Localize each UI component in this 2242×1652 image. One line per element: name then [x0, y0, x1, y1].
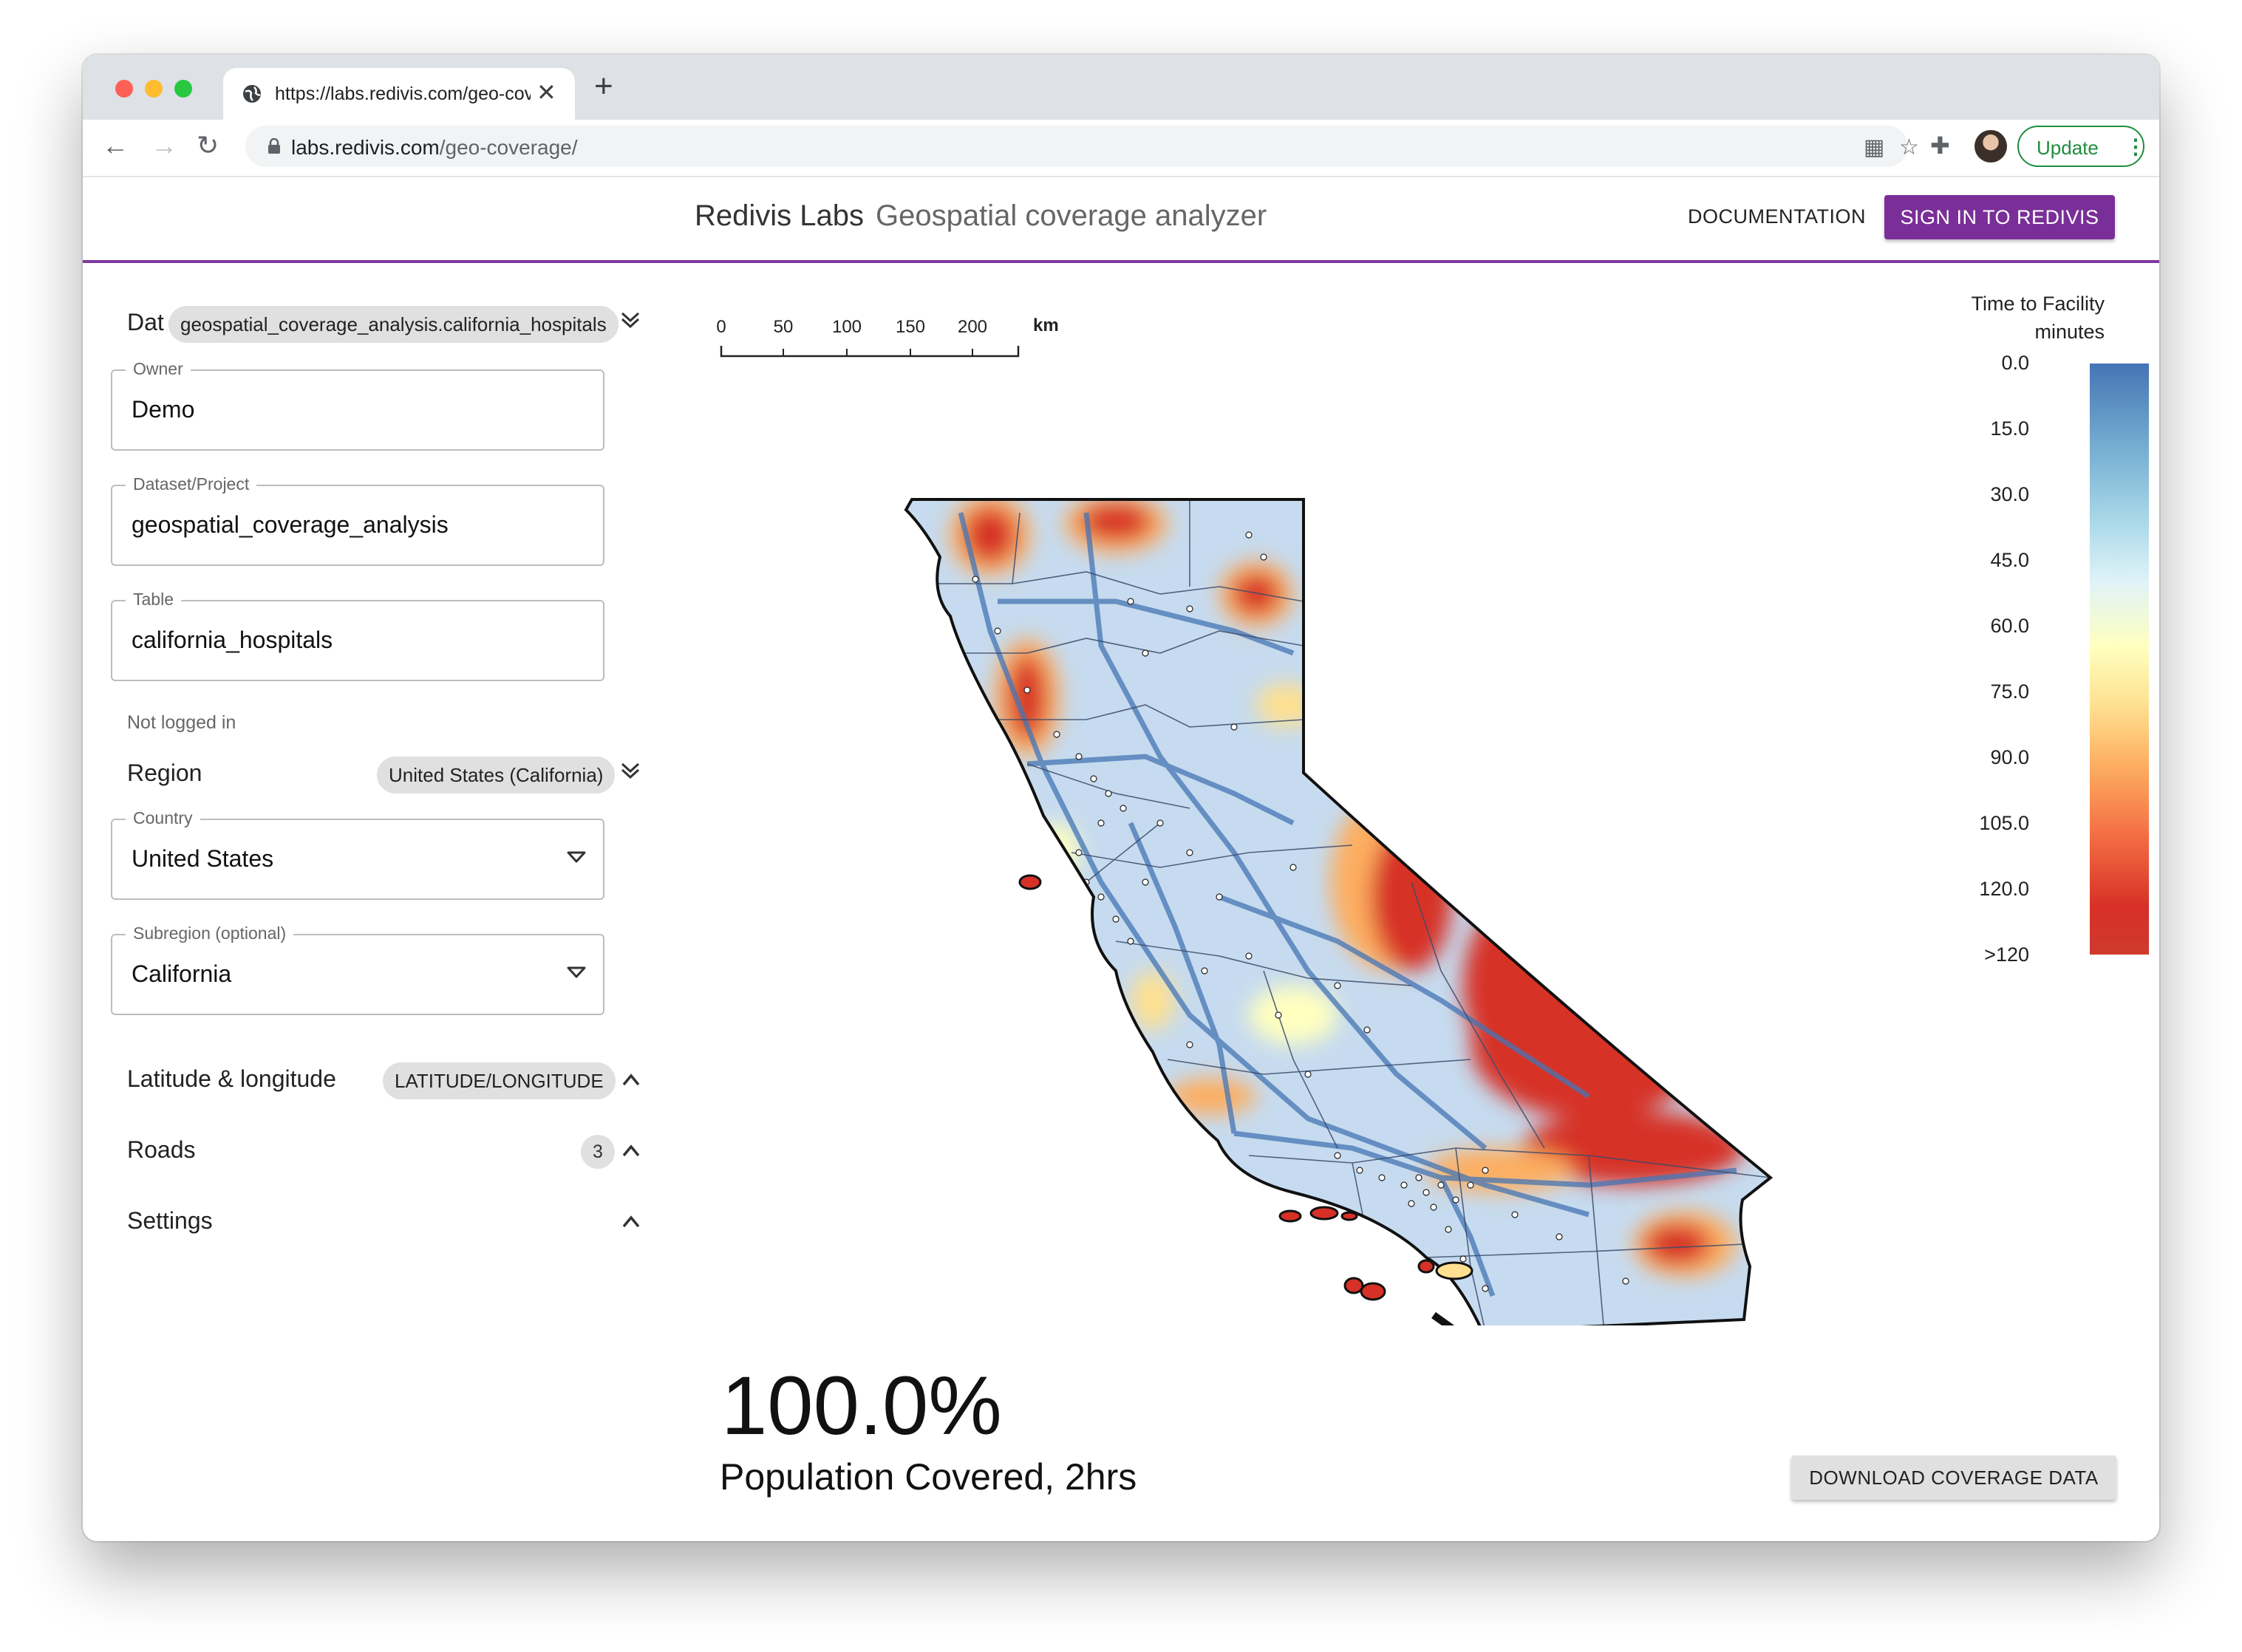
bookmark-star-icon[interactable]: ☆	[1899, 134, 1919, 160]
owner-label: Owner	[126, 359, 191, 379]
maximize-window-button[interactable]	[174, 80, 192, 98]
legend-tick: 15.0	[1990, 417, 2029, 440]
legend-tick: 0.0	[2001, 352, 2029, 374]
minimize-window-button[interactable]	[145, 80, 163, 98]
scale-tick-label: 200	[958, 317, 987, 337]
legend-tick: 60.0	[1990, 615, 2029, 637]
population-covered-value: 100.0%	[721, 1359, 1002, 1452]
table-value: california_hospitals	[132, 627, 333, 653]
legend-tick: 105.0	[1979, 812, 2029, 834]
documentation-link[interactable]: DOCUMENTATION	[1688, 205, 1866, 228]
qr-code-icon[interactable]: ▦	[1864, 134, 1884, 160]
roads-label: Roads	[127, 1136, 196, 1163]
update-button[interactable]: Update ⋮	[2017, 126, 2146, 167]
profile-avatar[interactable]	[1974, 130, 2007, 163]
app-title: Redivis Labs Geospatial coverage analyzer	[695, 199, 1267, 233]
app-header: Redivis Labs Geospatial coverage analyzer…	[83, 177, 2159, 263]
scale-tick-label: 150	[896, 317, 925, 337]
country-label: Country	[126, 808, 200, 828]
table-field[interactable]: Table california_hospitals	[111, 590, 604, 681]
legend-color-ramp	[2090, 363, 2149, 955]
legend-unit: minutes	[2034, 321, 2105, 343]
legend-tick: 45.0	[1990, 549, 2029, 571]
legend-title: Time to Facility	[1971, 293, 2105, 315]
new-tab-button[interactable]: +	[594, 68, 613, 105]
url-path: /geo-coverage/	[439, 136, 578, 159]
dataset-value: geospatial_coverage_analysis	[132, 511, 449, 538]
legend-tick: 30.0	[1990, 483, 2029, 505]
extensions-puzzle-icon[interactable]: ✚	[1930, 132, 1950, 160]
scale-tick-label: 100	[832, 317, 862, 337]
chevron-up-icon[interactable]	[621, 1068, 641, 1093]
legend-tick: 75.0	[1990, 680, 2029, 703]
browser-tab[interactable]: https://labs.redivis.com/geo-coverage/ ✕	[223, 68, 575, 120]
scale-unit: km	[1033, 315, 1059, 335]
tab-strip: https://labs.redivis.com/geo-coverage/ ✕…	[83, 55, 2159, 120]
region-label: Region	[127, 760, 202, 786]
close-window-button[interactable]	[115, 80, 133, 98]
table-label: Table	[126, 590, 181, 610]
globe-icon	[241, 83, 263, 109]
travel-time-surface	[906, 499, 1771, 1331]
map-scale-bar: 0 50 100 150 200 km	[716, 304, 1086, 393]
settings-label: Settings	[127, 1207, 213, 1234]
scale-tick-label: 50	[774, 317, 794, 337]
region-chip[interactable]: United States (California)	[377, 757, 616, 793]
owner-value: Demo	[132, 396, 195, 423]
country-select[interactable]: Country United States	[111, 808, 604, 900]
dropdown-arrow-icon	[566, 965, 587, 983]
population-covered-label: Population Covered, 2hrs	[720, 1456, 1137, 1498]
browser-window: https://labs.redivis.com/geo-coverage/ ✕…	[83, 55, 2159, 1541]
dropdown-arrow-icon	[566, 850, 587, 868]
forward-arrow-icon[interactable]: →	[151, 130, 177, 161]
app-subtitle: Geospatial coverage analyzer	[876, 199, 1267, 232]
legend-tick: >120	[1984, 943, 2029, 966]
url-text: labs.redivis.com/geo-coverage/	[291, 136, 578, 160]
dataset-label: Dataset/Project	[126, 474, 257, 494]
data-section-label: Dat	[127, 309, 164, 335]
subregion-select[interactable]: Subregion (optional) California	[111, 924, 604, 1015]
sign-in-button[interactable]: SIGN IN TO REDIVIS	[1884, 195, 2115, 239]
chevron-up-icon[interactable]	[621, 1139, 641, 1164]
subregion-value: California	[132, 960, 232, 987]
legend-tick: 120.0	[1979, 878, 2029, 900]
chevron-down-icon[interactable]	[619, 761, 641, 786]
data-table-chip[interactable]: geospatial_coverage_analysis.california_…	[168, 306, 619, 343]
scale-bar-graphic: 0 50 100 150 200 km	[716, 315, 1059, 358]
country-value: United States	[132, 845, 274, 872]
reload-icon[interactable]: ↻	[197, 130, 219, 161]
browser-toolbar: ← → ↻ labs.redivis.com/geo-coverage/ ▦ ☆…	[83, 120, 2159, 177]
subregion-label: Subregion (optional)	[126, 924, 294, 943]
close-tab-icon[interactable]: ✕	[536, 78, 556, 106]
owner-field[interactable]: Owner Demo	[111, 359, 604, 451]
dataset-field[interactable]: Dataset/Project geospatial_coverage_anal…	[111, 474, 604, 566]
latlng-chip[interactable]: LATITUDE/LONGITUDE	[383, 1062, 616, 1099]
chevron-down-icon[interactable]	[619, 310, 641, 335]
update-label: Update	[2037, 137, 2099, 159]
login-status: Not logged in	[127, 712, 236, 733]
address-bar[interactable]: labs.redivis.com/geo-coverage/ ▦ ☆	[245, 126, 1919, 167]
roads-count-badge: 3	[581, 1135, 615, 1169]
lock-icon	[268, 137, 281, 158]
menu-dots-icon: ⋮	[2125, 135, 2146, 158]
download-coverage-button[interactable]: DOWNLOAD COVERAGE DATA	[1791, 1455, 2116, 1500]
legend-tick: 90.0	[1990, 746, 2029, 768]
back-arrow-icon[interactable]: ←	[102, 130, 129, 161]
url-host: labs.redivis.com	[291, 136, 440, 159]
scale-tick-label: 0	[717, 317, 726, 337]
chevron-up-icon[interactable]	[621, 1210, 641, 1235]
latlng-label: Latitude & longitude	[127, 1065, 336, 1092]
coverage-map[interactable]	[776, 409, 1818, 1334]
tab-title: https://labs.redivis.com/geo-coverage/	[275, 83, 531, 104]
california-map	[904, 498, 1774, 1334]
color-legend: Time to Facility minutes 0.0 15.0 30.0 4…	[1915, 293, 2159, 1031]
brand-name: Redivis Labs	[695, 199, 865, 232]
